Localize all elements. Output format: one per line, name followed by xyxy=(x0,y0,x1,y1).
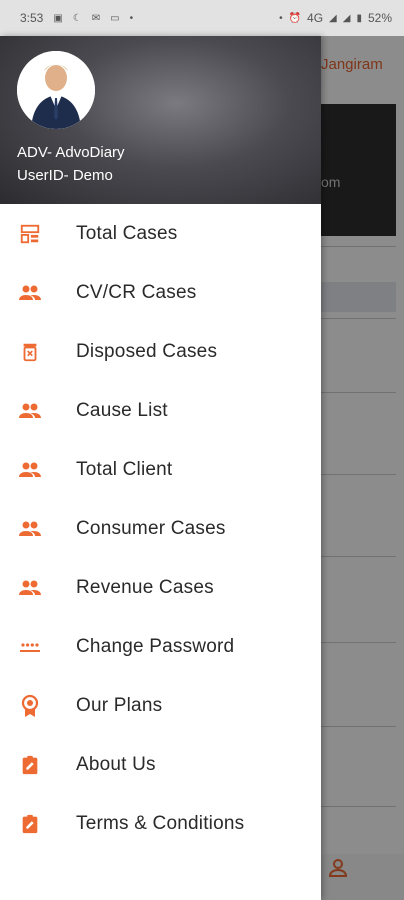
badge-icon xyxy=(18,694,42,718)
navigation-drawer: ADV- AdvoDiary UserID- Demo Total Cases … xyxy=(0,36,321,900)
menu-item-label: Total Cases xyxy=(76,222,178,244)
assignment-icon xyxy=(18,753,42,777)
menu-item-label: Terms & Conditions xyxy=(76,812,245,834)
menu-item-total-cases[interactable]: Total Cases xyxy=(0,204,321,263)
menu-item-label: Revenue Cases xyxy=(76,576,214,598)
screenshot-icon: ▣ xyxy=(53,12,63,24)
people-icon xyxy=(18,399,42,423)
person-icon xyxy=(17,51,95,129)
avatar[interactable] xyxy=(17,51,95,129)
menu-item-cause-list[interactable]: Cause List xyxy=(0,381,321,440)
menu-item-label: Change Password xyxy=(76,635,235,657)
menu-item-consumer-cases[interactable]: Consumer Cases xyxy=(0,499,321,558)
menu-item-label: CV/CR Cases xyxy=(76,281,197,303)
password-icon xyxy=(18,635,42,659)
menu-item-label: About Us xyxy=(76,753,156,775)
menu-item-terms-conditions[interactable]: Terms & Conditions xyxy=(0,794,321,853)
menu-item-our-plans[interactable]: Our Plans xyxy=(0,676,321,735)
people-icon xyxy=(18,458,42,482)
signal-icon: ◢ xyxy=(342,12,351,24)
user-name: ADV- AdvoDiary xyxy=(17,144,125,161)
status-time: 3:53 xyxy=(20,11,44,25)
menu-item-label: Disposed Cases xyxy=(76,340,218,362)
menu-item-total-client[interactable]: Total Client xyxy=(0,440,321,499)
menu-item-label: Our Plans xyxy=(76,694,163,716)
menu-item-about-us[interactable]: About Us xyxy=(0,735,321,794)
menu-item-revenue-cases[interactable]: Revenue Cases xyxy=(0,558,321,617)
battery-icon: ▮ xyxy=(356,12,362,24)
drawer-menu: Total Cases CV/CR Cases Disposed Cases C… xyxy=(0,204,321,853)
mail-icon: ✉ xyxy=(91,12,101,24)
status-bar: 3:53 ▣ ☾ ✉ ▭ • • ⏰ 4G ◢ ◢ ▮ 52% xyxy=(0,0,404,36)
battery-level: 52% xyxy=(367,11,392,25)
menu-item-cv-cr-cases[interactable]: CV/CR Cases xyxy=(0,263,321,322)
drawer-header: ADV- AdvoDiary UserID- Demo xyxy=(0,36,321,204)
network-type: 4G xyxy=(307,11,324,25)
menu-item-label: Consumer Cases xyxy=(76,517,226,539)
voicemail-icon: ▭ xyxy=(110,12,120,24)
assignment-icon xyxy=(18,812,42,836)
missed-call-icon: ☾ xyxy=(72,12,82,24)
dashboard-icon xyxy=(18,222,42,246)
user-id: UserID- Demo xyxy=(17,167,113,184)
menu-item-change-password[interactable]: Change Password xyxy=(0,617,321,676)
signal-icon: ◢ xyxy=(329,12,337,24)
delete-icon xyxy=(18,340,42,364)
dot-icon: • xyxy=(129,12,134,24)
alarm-icon: ⏰ xyxy=(288,12,302,24)
menu-item-label: Cause List xyxy=(76,399,168,421)
dot-icon: • xyxy=(279,12,283,24)
people-icon xyxy=(18,517,42,541)
menu-item-label: Total Client xyxy=(76,458,173,480)
menu-item-disposed-cases[interactable]: Disposed Cases xyxy=(0,322,321,381)
people-icon xyxy=(18,576,42,600)
people-icon xyxy=(18,281,42,305)
